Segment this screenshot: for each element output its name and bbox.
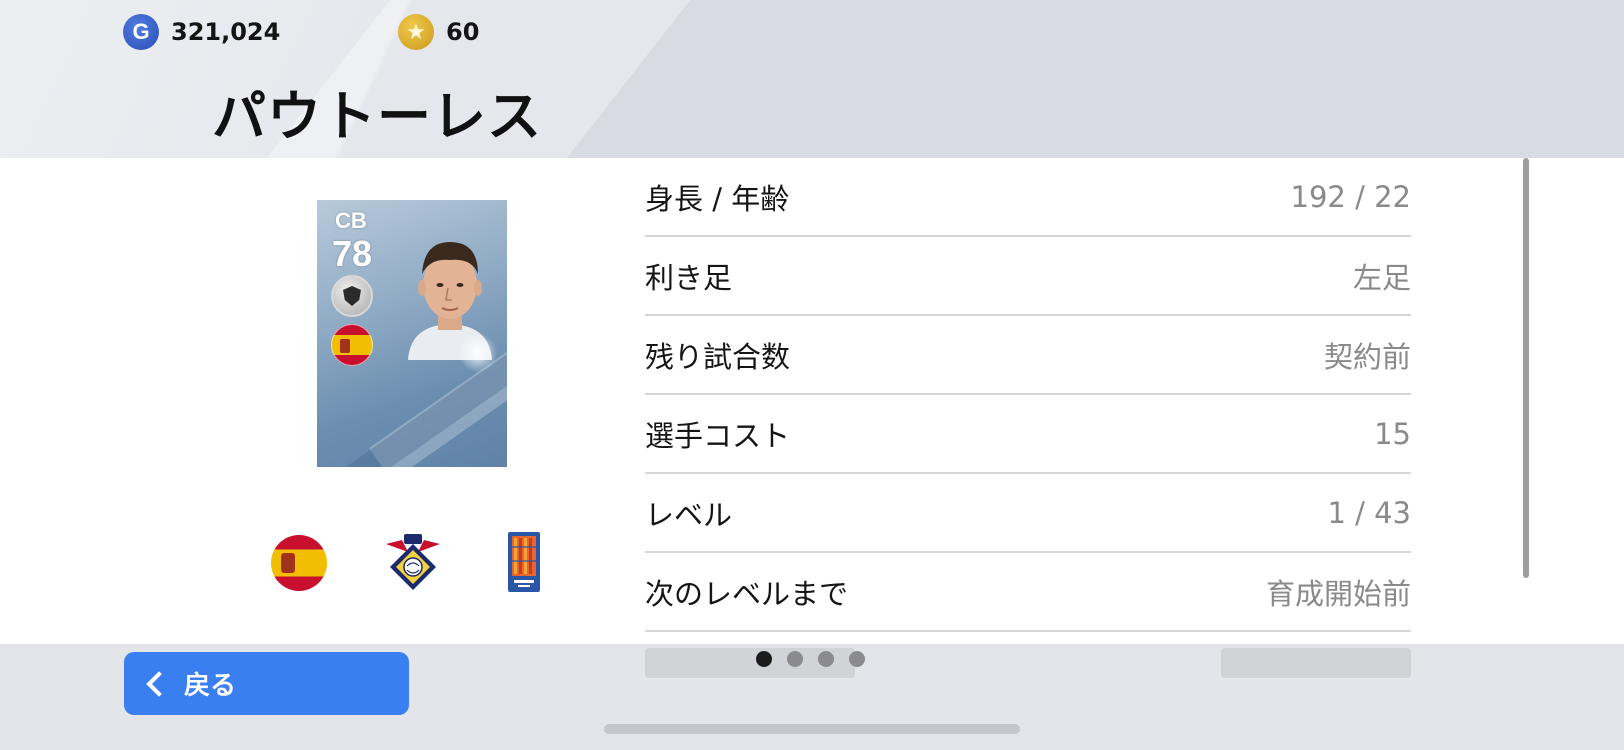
club-crest-icon [386,534,440,590]
page-dot[interactable] [756,651,772,667]
coin-balance: ★ 60 [398,14,479,50]
info-label: 身長 / 年齢 [645,181,790,216]
gp-icon: G [123,14,159,50]
gp-value: 321,024 [171,18,281,46]
league-badge-icon [508,532,540,592]
page-dot[interactable] [787,651,803,667]
nationality-flag-icon [271,535,327,591]
player-info-table: 身長 / 年齢 192 / 22 利き足 左足 残り試合数 契約前 選手コスト … [645,158,1411,632]
info-row-next-level: 次のレベルまで 育成開始前 [645,553,1411,632]
info-value: 15 [1374,416,1411,451]
info-value: 1 / 43 [1327,495,1411,530]
spain-flag-icon [331,324,373,366]
faded-value-block [1221,648,1411,678]
info-value: 契約前 [1323,339,1411,374]
silver-badge-icon [331,275,373,317]
info-value: 左足 [1352,260,1411,295]
back-button-label: 戻る [184,671,237,701]
header: G 321,024 ★ 60 パウトーレス [0,0,1624,158]
info-label: レベル [645,497,733,532]
card-flare [455,330,501,376]
info-row-player-cost: 選手コスト 15 [645,395,1411,474]
chevron-left-icon [146,670,172,697]
info-row-remaining-matches: 残り試合数 契約前 [645,316,1411,395]
page-dot[interactable] [849,651,865,667]
info-label: 次のレベルまで [645,576,849,611]
player-card: CB 78 [317,200,507,467]
info-label: 残り試合数 [645,339,791,374]
gp-balance: G 321,024 [123,14,280,50]
card-rating: 78 [332,233,373,274]
info-label: 利き足 [645,260,733,295]
info-label: 選手コスト [645,418,791,453]
info-row-foot: 利き足 左足 [645,237,1411,316]
page-dot[interactable] [818,651,834,667]
card-position: CB [335,208,367,233]
home-indicator[interactable] [604,724,1020,734]
page-indicator [756,651,865,667]
info-row-height-age: 身長 / 年齢 192 / 22 [645,158,1411,237]
back-button[interactable]: 戻る [124,652,409,715]
scrollbar[interactable] [1523,158,1529,578]
info-value: 192 / 22 [1290,179,1411,214]
star-coin-icon: ★ [398,14,434,50]
coin-value: 60 [446,18,480,46]
player-name: パウトーレス [212,85,542,148]
info-value: 育成開始前 [1265,576,1411,611]
info-row-level: レベル 1 / 43 [645,474,1411,553]
